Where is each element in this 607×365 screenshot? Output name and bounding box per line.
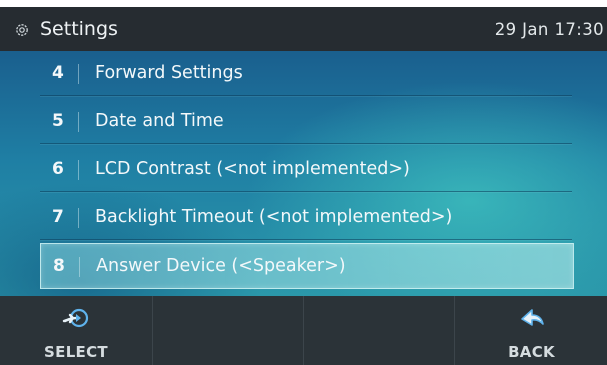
- settings-menu: 4 Forward Settings 5 Date and Time 6 LCD…: [0, 51, 607, 296]
- gear-icon: [16, 24, 28, 36]
- menu-item-label: Answer Device (<Speaker>): [96, 256, 346, 276]
- menu-item-number: 6: [52, 159, 64, 179]
- phone-screen: Settings 29 Jan 17:30 4 Forward Settings…: [0, 7, 607, 365]
- softkey-bar: SELECT BACK: [0, 296, 607, 365]
- menu-item-separator: [78, 208, 79, 228]
- softkey-empty-3[interactable]: [303, 296, 455, 365]
- menu-item-label: Forward Settings: [95, 63, 243, 83]
- select-softkey[interactable]: SELECT: [0, 296, 152, 365]
- menu-item-date-and-time[interactable]: 5 Date and Time: [40, 99, 572, 144]
- menu-item-label: Backlight Timeout (<not implemented>): [95, 207, 453, 227]
- menu-item-number: 8: [53, 256, 65, 276]
- menu-item-forward-settings[interactable]: 4 Forward Settings: [40, 51, 572, 96]
- title-bar: Settings 29 Jan 17:30: [0, 7, 607, 51]
- menu-item-number: 7: [52, 207, 64, 227]
- menu-item-label: LCD Contrast (<not implemented>): [95, 159, 410, 179]
- softkey-empty-2[interactable]: [152, 296, 304, 365]
- menu-item-number: 5: [52, 111, 64, 131]
- menu-item-backlight-timeout[interactable]: 7 Backlight Timeout (<not implemented>): [40, 195, 572, 240]
- select-softkey-label: SELECT: [44, 343, 108, 361]
- select-arrow-icon: [62, 308, 89, 328]
- date-time: 29 Jan 17:30: [494, 20, 604, 39]
- menu-item-label: Date and Time: [95, 111, 224, 131]
- back-softkey-label: BACK: [508, 343, 555, 361]
- page-title: Settings: [40, 18, 118, 40]
- menu-item-lcd-contrast[interactable]: 6 LCD Contrast (<not implemented>): [40, 147, 572, 192]
- menu-item-separator: [78, 64, 79, 84]
- menu-item-answer-device[interactable]: 8 Answer Device (<Speaker>): [40, 243, 574, 289]
- menu-item-separator: [78, 160, 79, 180]
- menu-item-separator: [78, 112, 79, 132]
- back-arrow-icon: [520, 309, 544, 326]
- menu-item-separator: [79, 257, 80, 277]
- back-softkey[interactable]: BACK: [454, 296, 607, 365]
- menu-item-number: 4: [52, 63, 64, 83]
